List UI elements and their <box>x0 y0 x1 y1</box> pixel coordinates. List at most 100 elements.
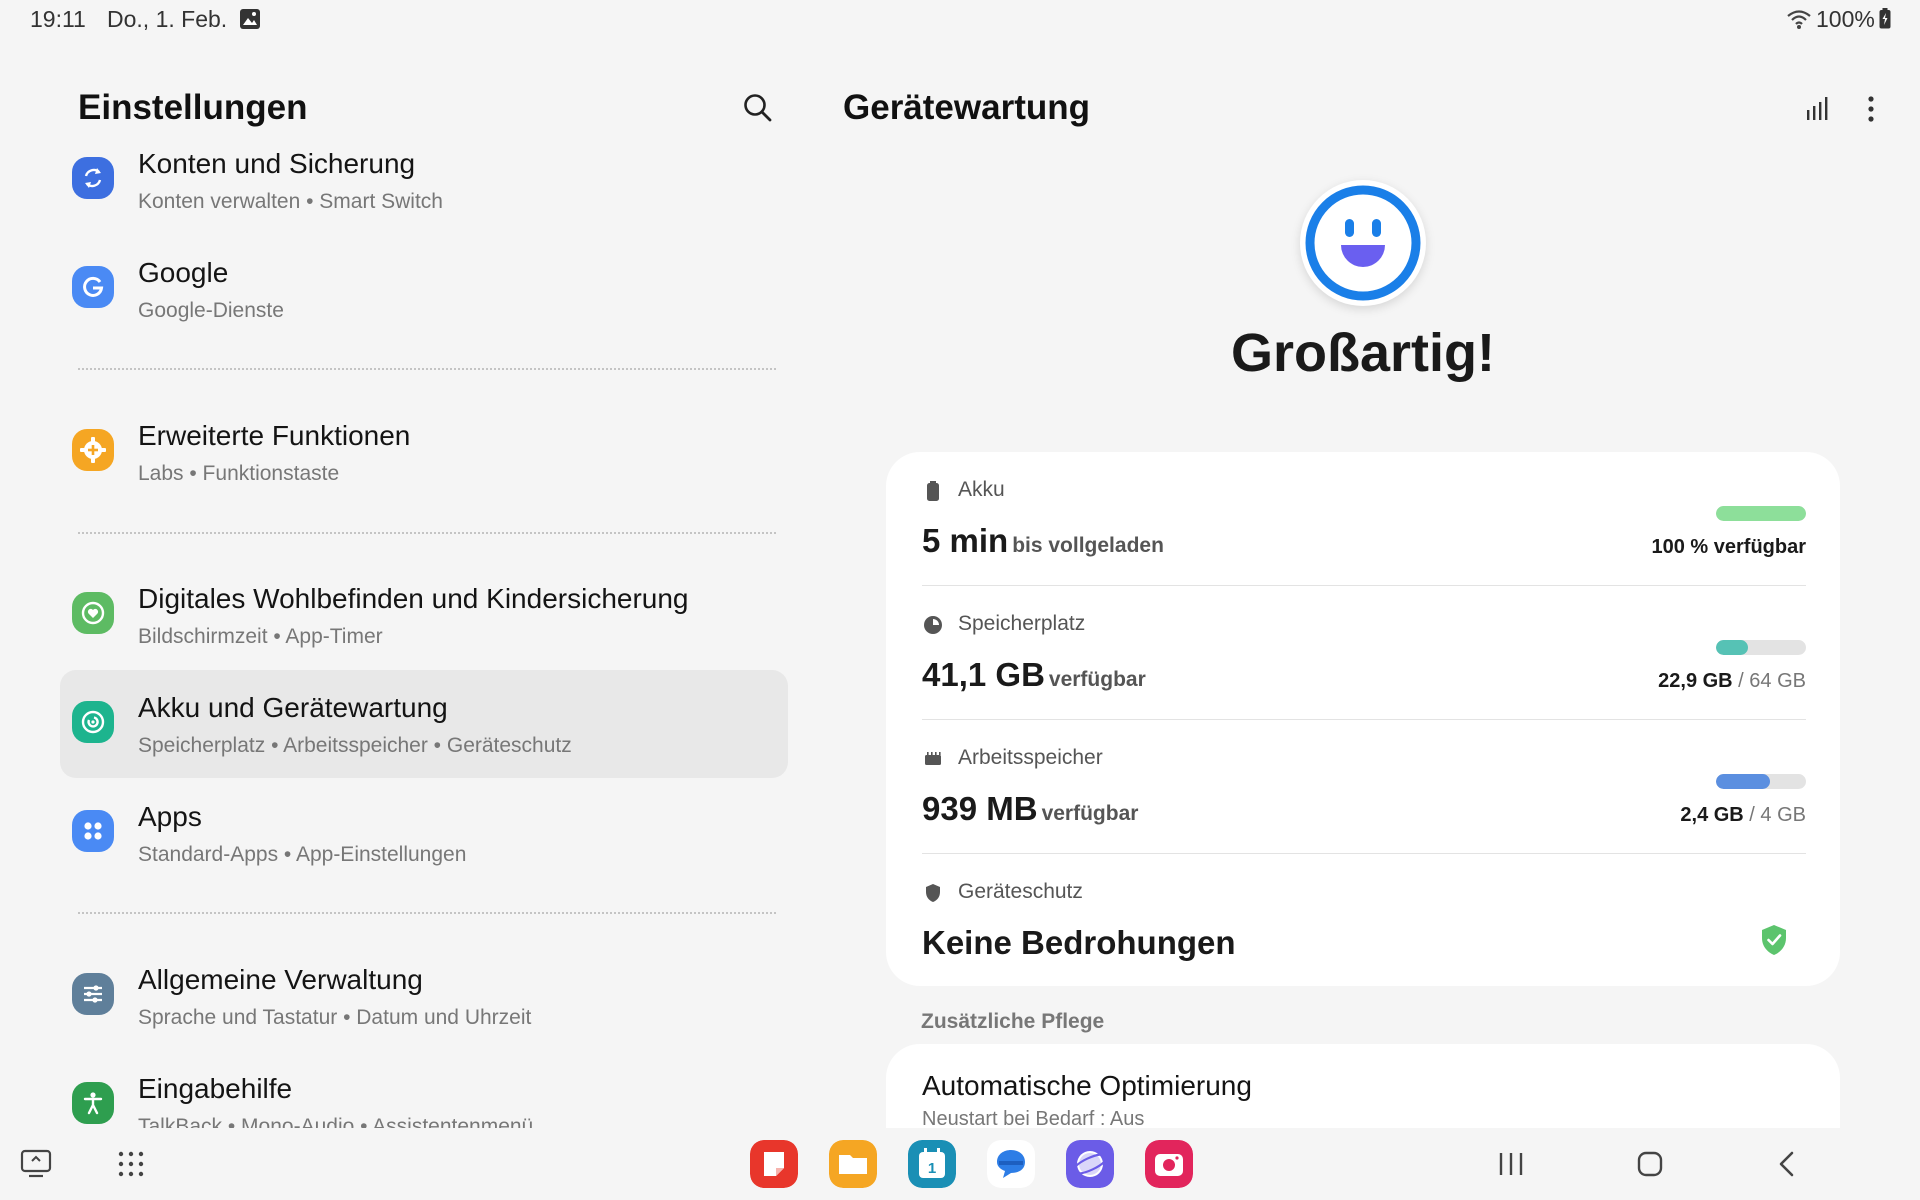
calendar-app-icon[interactable]: 1 <box>908 1140 956 1188</box>
divider <box>78 912 776 914</box>
storage-available: 41,1 GB verfügbar <box>922 656 1146 694</box>
settings-item-subtitle: Standard-Apps • App-Einstellungen <box>138 843 467 866</box>
stats-icon[interactable] <box>1802 94 1832 124</box>
settings-item-google[interactable]: Google Google-Dienste <box>60 235 788 343</box>
settings-item-subtitle: Sprache und Tastatur • Datum und Uhrzeit <box>138 1006 532 1029</box>
pie-chart-icon <box>924 616 942 634</box>
memory-suffix: verfügbar <box>1041 802 1139 825</box>
section-header: Zusätzliche Pflege <box>921 1010 1105 1033</box>
settings-item-subtitle: Labs • Funktionstaste <box>138 462 340 485</box>
divider <box>78 532 776 534</box>
battery-value: 5 min <box>922 522 1009 559</box>
battery-time: 5 min bis vollgeladen <box>922 522 1164 560</box>
storage-total: 64 GB <box>1749 670 1806 692</box>
memory-usage: 2,4 GB / 4 GB <box>1680 804 1806 827</box>
storage-sep: / <box>1732 670 1750 692</box>
memory-chip-icon <box>925 752 941 765</box>
storage-label: Speicherplatz <box>958 612 1086 635</box>
device-care-icon <box>72 701 114 743</box>
battery-percent: 100% <box>1816 6 1875 32</box>
apps-grid-icon <box>72 810 114 852</box>
auto-optimization-title: Automatische Optimierung <box>922 1070 1252 1101</box>
storage-usage: 22,9 GB / 64 GB <box>1658 670 1806 693</box>
battery-icon <box>927 481 939 501</box>
settings-item-title: Digitales Wohlbefinden und Kindersicheru… <box>138 583 689 614</box>
settings-item-subtitle: Konten verwalten • Smart Switch <box>138 190 443 213</box>
smiley-icon <box>1300 180 1426 306</box>
notes-app-icon[interactable] <box>750 1140 798 1188</box>
recent-apps-panel-icon[interactable] <box>20 1148 54 1180</box>
files-app-icon[interactable] <box>829 1140 877 1188</box>
settings-item-subtitle: Speicherplatz • Arbeitsspeicher • Geräte… <box>138 734 572 757</box>
settings-item-subtitle: Bildschirmzeit • App-Timer <box>138 625 383 648</box>
status-headline: Großartig! <box>1231 323 1495 383</box>
battery-right-text: 100 % verfügbar <box>1651 536 1806 558</box>
battery-suffix: bis vollgeladen <box>1012 534 1164 557</box>
settings-item-advanced-features[interactable]: Erweiterte Funktionen Labs • Funktionsta… <box>60 398 788 506</box>
settings-item-title: Akku und Gerätewartung <box>138 692 448 723</box>
settings-item-apps[interactable]: Apps Standard-Apps • App-Einstellungen <box>60 779 788 887</box>
settings-item-title: Apps <box>138 801 202 832</box>
recents-button-icon[interactable] <box>1496 1150 1526 1178</box>
memory-bar <box>1716 774 1806 789</box>
settings-item-battery-device-care[interactable]: Akku und Gerätewartung Speicherplatz • A… <box>60 670 788 778</box>
battery-bar <box>1716 506 1806 521</box>
navigation-bar: 1 <box>0 1128 1920 1200</box>
settings-item-accounts-backup[interactable]: Konten und Sicherung Konten verwalten • … <box>60 126 788 234</box>
storage-bar <box>1716 640 1806 655</box>
status-time: 19:11 <box>30 6 86 32</box>
memory-sep: / <box>1743 804 1761 826</box>
status-bar: 19:11 Do., 1. Feb. 100% <box>0 0 1920 40</box>
settings-item-subtitle: TalkBack • Mono-Audio • Assistentenmenü <box>138 1115 534 1128</box>
memory-bar-fill <box>1716 774 1770 789</box>
wifi-icon <box>1787 10 1811 29</box>
battery-available: 100 % verfügbar <box>1651 536 1806 559</box>
settings-item-accessibility[interactable]: Eingabehilfe TalkBack • Mono-Audio • Ass… <box>60 1051 788 1128</box>
storage-row[interactable]: Speicherplatz 41,1 GB verfügbar 22,9 GB /… <box>922 586 1806 720</box>
accessibility-icon <box>72 1082 114 1124</box>
settings-item-title: Erweiterte Funktionen <box>138 420 411 451</box>
divider <box>78 368 776 370</box>
page-title: Einstellungen <box>78 88 308 127</box>
memory-label: Arbeitsspeicher <box>958 746 1103 769</box>
storage-value: 41,1 GB <box>922 656 1045 693</box>
shield-icon <box>926 884 940 902</box>
battery-row[interactable]: Akku 5 min bis vollgeladen 100 % verfügba… <box>922 452 1806 586</box>
gear-plus-icon <box>72 429 114 471</box>
battery-icon <box>1879 8 1891 29</box>
protection-label: Geräteschutz <box>958 880 1083 903</box>
search-icon[interactable] <box>742 92 774 124</box>
back-button-icon[interactable] <box>1774 1150 1802 1178</box>
memory-total: 4 GB <box>1760 804 1806 826</box>
settings-item-general-management[interactable]: Allgemeine Verwaltung Sprache und Tastat… <box>60 942 788 1050</box>
battery-bar-fill <box>1716 506 1806 521</box>
settings-item-title: Allgemeine Verwaltung <box>138 964 423 995</box>
internet-app-icon[interactable] <box>1066 1140 1114 1188</box>
storage-used: 22,9 GB <box>1658 670 1733 692</box>
status-date: Do., 1. Feb. <box>107 6 228 32</box>
memory-row[interactable]: Arbeitsspeicher 939 MB verfügbar 2,4 GB /… <box>922 720 1806 854</box>
settings-item-title: Eingabehilfe <box>138 1073 293 1104</box>
settings-clip: Eingabehilfe TalkBack • Mono-Audio • Ass… <box>0 1040 800 1128</box>
memory-used: 2,4 GB <box>1680 804 1744 826</box>
memory-available: 939 MB verfügbar <box>922 790 1138 828</box>
sliders-icon <box>72 973 114 1015</box>
storage-bar-fill <box>1716 640 1749 655</box>
messages-app-icon[interactable] <box>987 1140 1035 1188</box>
storage-suffix: verfügbar <box>1048 668 1146 691</box>
memory-value: 939 MB <box>922 790 1038 827</box>
camera-app-icon[interactable] <box>1145 1140 1193 1188</box>
image-icon <box>240 9 260 29</box>
battery-label: Akku <box>958 478 1005 501</box>
settings-item-title: Konten und Sicherung <box>138 148 416 179</box>
settings-item-digital-wellbeing[interactable]: Digitales Wohlbefinden und Kindersicheru… <box>60 561 788 669</box>
home-button-icon[interactable] <box>1636 1150 1664 1178</box>
protection-row[interactable]: Geräteschutz Keine Bedrohungen <box>922 854 1806 988</box>
status-card: Akku 5 min bis vollgeladen 100 % verfügba… <box>886 452 1840 986</box>
google-icon <box>72 266 114 308</box>
svg-text:1: 1 <box>928 1160 936 1177</box>
detail-title: Gerätewartung <box>843 88 1090 127</box>
app-drawer-icon[interactable] <box>117 1150 145 1178</box>
more-options-icon[interactable] <box>1856 94 1886 124</box>
sync-icon <box>72 157 114 199</box>
